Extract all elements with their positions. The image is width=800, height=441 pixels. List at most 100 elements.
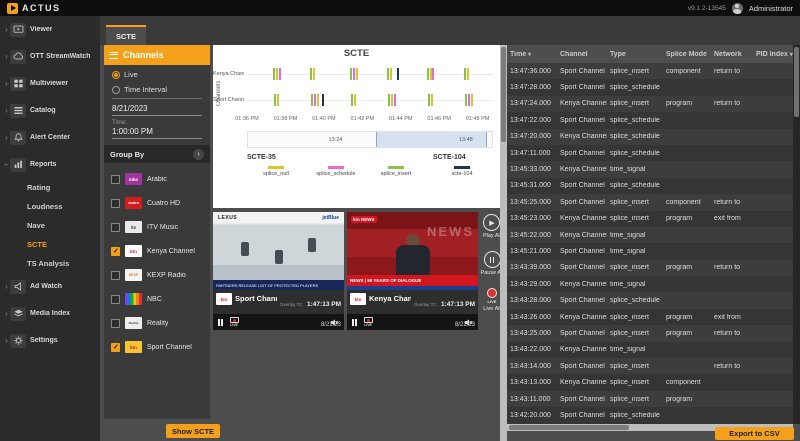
- table-cell: 13:45:33.000: [510, 166, 551, 174]
- show-scte-button[interactable]: Show SCTE: [166, 424, 220, 438]
- table-row[interactable]: 13:43:22.000 Kenya Channel time_signal: [507, 341, 793, 359]
- table-row[interactable]: 13:47:28.000 Sport Channel splice_schedule: [507, 79, 793, 96]
- table-row[interactable]: 13:43:26.000 Kenya Channel splice_insert pr…: [507, 308, 793, 326]
- legend-item-splice-null: splice_null: [247, 166, 305, 177]
- sidebar-item-ts-analysis[interactable]: TS Analysis: [0, 254, 100, 273]
- column-header-channel[interactable]: Channel: [557, 51, 607, 58]
- player-figure: [308, 238, 316, 252]
- table-row[interactable]: 13:45:25.000 Sport Channel splice_insert co…: [507, 194, 793, 211]
- export-to-csv-button[interactable]: Export to CSV: [715, 427, 794, 440]
- date-input[interactable]: 8/21/2023: [112, 104, 202, 116]
- channel-row-nbc[interactable]: NBC: [104, 287, 210, 311]
- live-all-button[interactable]: LIVE Live All: [483, 288, 501, 312]
- video-frame-sport[interactable]: LEXUS jetBlue PARTNERS RELEASE LIST OF P…: [213, 212, 344, 290]
- channel-row-arabic[interactable]: mbc Arabic: [104, 167, 210, 191]
- channel-checkbox[interactable]: [111, 246, 120, 256]
- username[interactable]: Administrator: [749, 4, 793, 13]
- channel-row-cuatro-hd[interactable]: cuatro Cuatro HD: [104, 191, 210, 215]
- channel-checkbox[interactable]: [111, 198, 120, 208]
- table-row[interactable]: 13:45:21.000 Sport Channel time_signal: [507, 243, 793, 260]
- table-row[interactable]: 13:43:25.000 Sport Channel splice_insert pr…: [507, 325, 793, 342]
- channel-row-kexp-radio[interactable]: KEXP KEXP Radio: [104, 263, 210, 287]
- live-radio[interactable]: [112, 70, 120, 79]
- pause-icon[interactable]: [352, 318, 357, 326]
- time-input[interactable]: 1:00:00 PM: [112, 127, 202, 139]
- table-row[interactable]: 13:43:13.000 Kenya Channel splice_insert co…: [507, 374, 793, 391]
- table-row[interactable]: 13:45:31.000 Sport Channel splice_schedule: [507, 177, 793, 195]
- column-header-pid-index[interactable]: PID Index ▾: [753, 51, 793, 58]
- live-button[interactable]: LIVE: [363, 316, 373, 327]
- table-cell: 13:43:39.000: [510, 264, 551, 272]
- column-header-time[interactable]: Time ▾: [507, 51, 557, 58]
- channel-checkbox[interactable]: [111, 222, 120, 232]
- sidebar-item-ott-streamwatch[interactable]: › OTT StreamWatch: [0, 43, 100, 70]
- channel-name: ITV Music: [147, 223, 179, 231]
- table-row[interactable]: 13:45:22.000 Kenya Channel time_signal: [507, 226, 793, 244]
- mute-icon[interactable]: [464, 318, 473, 327]
- channel-row-reality[interactable]: Reality Reality: [104, 311, 210, 335]
- table-cell: splice_insert: [610, 100, 649, 108]
- table-row[interactable]: 13:43:14.000 Sport Channel splice_insert re…: [507, 358, 793, 375]
- pause-icon[interactable]: [218, 318, 223, 326]
- table-row[interactable]: 13:47:20.000 Kenya Channel splice_schedule: [507, 128, 793, 145]
- column-header-type[interactable]: Type: [607, 51, 663, 58]
- channel-row-sport-channel[interactable]: ktn Sport Channel: [104, 335, 210, 359]
- table-cell: 13:47:24.000: [510, 100, 551, 108]
- sidebar-item-ad-watch[interactable]: › Ad Watch: [0, 273, 100, 300]
- table-cell: component: [666, 379, 701, 387]
- table-cell: 13:47:22.000: [510, 116, 551, 124]
- chart-brush[interactable]: 13:24 13:48: [247, 131, 493, 148]
- sidebar-item-settings[interactable]: › Settings: [0, 327, 100, 354]
- channel-checkbox[interactable]: [111, 294, 120, 304]
- sidebar-item-catalog[interactable]: › Catalog: [0, 97, 100, 124]
- channel-name: KEXP Radio: [147, 271, 186, 279]
- chart-event-splice_null: [467, 68, 470, 80]
- sidebar-item-loudness[interactable]: Loudness: [0, 197, 100, 216]
- user-avatar[interactable]: [731, 2, 743, 14]
- time-interval-radio[interactable]: [112, 85, 120, 94]
- sidebar-item-media-index[interactable]: › Media Index: [0, 300, 100, 327]
- video-frame-kenya[interactable]: ktn NEWS NEWS NEWS | 50 YEARS OF DIALOGU…: [347, 212, 478, 290]
- chart-row-label: Kenya Channel: [213, 71, 244, 77]
- tab-scte[interactable]: SCTE: [106, 25, 147, 45]
- channel-row-kenya-channel[interactable]: ktn Kenya Channel: [104, 239, 210, 263]
- channel-checkbox[interactable]: [111, 174, 120, 184]
- play-all-button[interactable]: ▶ Play All: [483, 214, 501, 239]
- column-header-network[interactable]: Network: [711, 51, 753, 58]
- sidebar-item-viewer[interactable]: › Viewer: [0, 16, 100, 43]
- table-row[interactable]: 13:42:20.000 Sport Channel splice_schedule: [507, 407, 793, 424]
- table-cell: splice_insert: [610, 313, 649, 321]
- sidebar-item-rating[interactable]: Rating: [0, 178, 100, 197]
- sidebar-item-nave[interactable]: Nave: [0, 216, 100, 235]
- column-header-splice-mode[interactable]: Splice Mode: [663, 51, 711, 58]
- table-row[interactable]: 13:45:23.000 Kenya Channel splice_insert pr…: [507, 210, 793, 227]
- table-row[interactable]: 13:45:33.000 Kenya Channel time_signal: [507, 161, 793, 178]
- channel-row-itv-music[interactable]: itv ITV Music: [104, 215, 210, 239]
- sidebar-item-multiviewer[interactable]: › Multiviewer: [0, 70, 100, 97]
- menu-icon[interactable]: [109, 51, 118, 59]
- table-row[interactable]: 13:43:28.000 Sport Channel splice_schedule: [507, 292, 793, 309]
- table-row[interactable]: 13:47:22.000 Sport Channel splice_schedule: [507, 112, 793, 129]
- table-row[interactable]: 13:43:39.000 Sport Channel splice_insert pr…: [507, 259, 793, 277]
- table-vertical-scrollbar[interactable]: [793, 45, 800, 424]
- table-row[interactable]: 13:47:11.000 Sport Channel splice_schedule: [507, 144, 793, 162]
- table-cell: return to: [714, 264, 741, 272]
- sidebar-item-reports[interactable]: › Reports: [0, 151, 100, 178]
- live-button[interactable]: LIVE: [229, 316, 239, 327]
- middle-scrollbar[interactable]: [500, 45, 507, 441]
- channel-checkbox[interactable]: [111, 270, 120, 280]
- table-cell: 13:47:11.000: [510, 149, 551, 157]
- channel-checkbox[interactable]: [111, 318, 120, 328]
- table-row[interactable]: 13:43:29.000 Kenya Channel time_signal: [507, 276, 793, 293]
- mute-icon[interactable]: [330, 318, 339, 327]
- chart-event-splice_insert: [426, 68, 429, 80]
- rink-ad-strip: LEXUS jetBlue: [213, 212, 344, 223]
- sidebar-item-alert-center[interactable]: › Alert Center: [0, 124, 100, 151]
- channel-checkbox[interactable]: [111, 342, 120, 352]
- group-by-button[interactable]: Group By ›: [104, 145, 210, 163]
- sidebar-item-scte[interactable]: SCTE: [0, 235, 100, 254]
- table-row[interactable]: 13:47:36.000 Sport Channel splice_insert co…: [507, 63, 793, 80]
- table-row[interactable]: 13:47:24.000 Kenya Channel splice_insert pr…: [507, 95, 793, 113]
- top-bar: ACTUS v9.1.2-13545 Administrator: [0, 0, 800, 16]
- table-row[interactable]: 13:43:11.000 Sport Channel splice_insert pr…: [507, 390, 793, 408]
